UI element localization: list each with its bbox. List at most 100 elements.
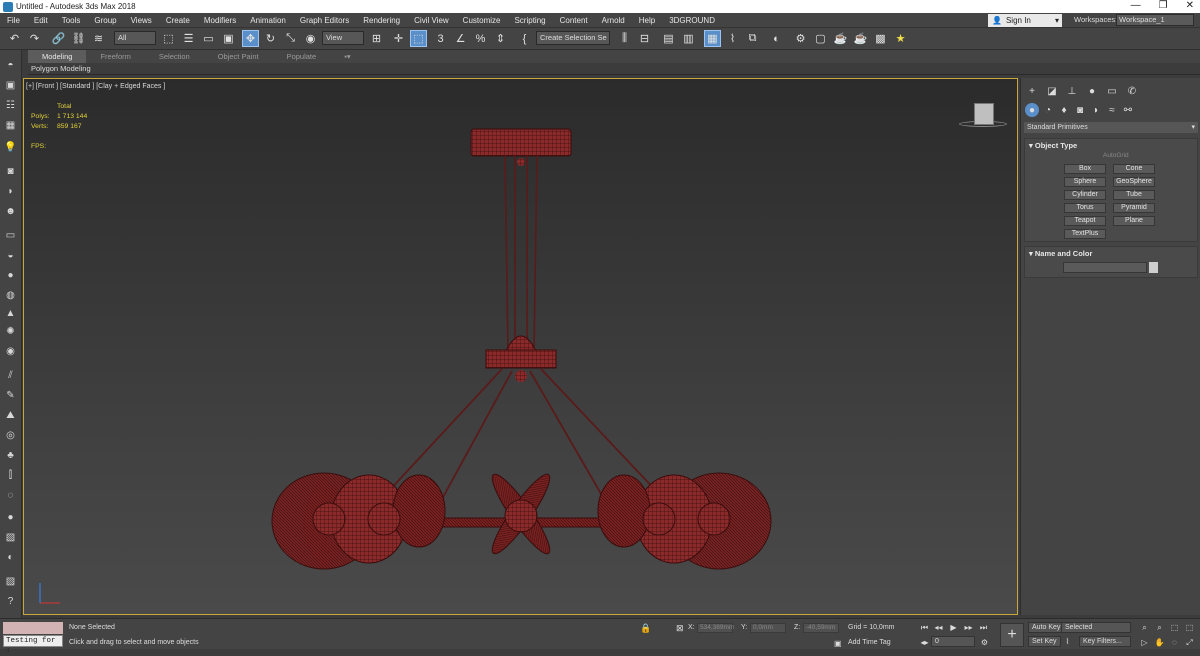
cone-button[interactable]: Cone [1113, 164, 1155, 174]
auto-key-button[interactable]: Auto Key [1028, 622, 1065, 633]
bind-space-warp-icon[interactable]: ≋ [90, 30, 107, 47]
shapes-icon[interactable]: ◔ [1041, 103, 1055, 117]
named-selection-set-select[interactable]: Create Selection Se [536, 31, 610, 45]
geosphere-button[interactable]: GeoSphere [1113, 177, 1155, 187]
grid-icon[interactable]: ▦ [3, 118, 18, 132]
go-to-start-icon[interactable]: ⏮ [918, 621, 931, 634]
set-keys-icon[interactable]: + [1000, 623, 1024, 647]
zoom-extents-all-icon[interactable]: ⬚ [1183, 621, 1196, 634]
reference-coordinate-select[interactable]: View [322, 31, 364, 45]
previous-frame-icon[interactable]: ◂◂ [932, 621, 945, 634]
time-config-icon[interactable]: ⚙ [978, 636, 991, 649]
x-coordinate-field[interactable]: 534,389mm [697, 623, 734, 633]
hierarchy-tab-icon[interactable]: ⊥ [1065, 84, 1079, 98]
menu-views[interactable]: Views [124, 13, 159, 28]
sign-in-button[interactable]: 👤 Sign In ▾ [988, 14, 1062, 27]
modify-tab-icon[interactable]: ◪ [1045, 84, 1059, 98]
textplus-button[interactable]: TextPlus [1064, 229, 1106, 239]
scene-explorer-icon[interactable]: ▤ [660, 30, 677, 47]
zoom-extents-icon[interactable]: ⬚ [1168, 621, 1181, 634]
display-icon[interactable]: ▣ [3, 78, 18, 92]
menu-scripting[interactable]: Scripting [507, 13, 552, 28]
maxscript-mini-listener[interactable]: Testing for : [3, 635, 63, 655]
sun-icon[interactable]: ✺ [3, 324, 18, 338]
systems-icon[interactable]: ⚯ [1121, 103, 1135, 117]
maxscript-listener-output[interactable] [3, 622, 63, 634]
object-name-input[interactable] [1063, 262, 1147, 273]
select-scale-icon[interactable]: ⤡ [282, 30, 299, 47]
lights-icon[interactable]: ♦ [1057, 103, 1071, 117]
teapot-button[interactable]: Teapot [1064, 216, 1106, 226]
cylinder-button[interactable]: Cylinder [1064, 190, 1106, 200]
rect-selection-icon[interactable]: ▭ [200, 30, 217, 47]
spacewarps-icon[interactable]: ≈ [1105, 103, 1119, 117]
motion-tab-icon[interactable]: ● [1085, 84, 1099, 98]
pan-icon[interactable]: ✋ [1153, 636, 1166, 649]
select-by-name-icon[interactable]: ☰ [180, 30, 197, 47]
geometry-icon[interactable]: ● [1025, 103, 1039, 117]
select-place-icon[interactable]: ◉ [302, 30, 319, 47]
selection-filter-select[interactable]: All [114, 31, 156, 45]
menu-graph-editors[interactable]: Graph Editors [293, 13, 356, 28]
tab-modeling[interactable]: Modeling [28, 50, 87, 63]
tab-populate[interactable]: Populate [273, 50, 331, 63]
tab-freeform[interactable]: Freeform [86, 50, 144, 63]
absolute-mode-icon[interactable]: ⊠ [676, 623, 684, 634]
object-color-swatch[interactable] [1149, 262, 1158, 273]
autogrid-checkbox[interactable]: AutoGrid [1103, 152, 1129, 159]
curve-editor-icon[interactable]: ⌇ [724, 30, 741, 47]
torus-button[interactable]: Torus [1064, 203, 1106, 213]
brush-icon[interactable]: ⫽ [3, 368, 18, 382]
menu-content[interactable]: Content [553, 13, 595, 28]
menu-create[interactable]: Create [159, 13, 197, 28]
go-to-end-icon[interactable]: ⏭ [977, 621, 990, 634]
default-in-out-tangents-icon[interactable]: ⌇ [1061, 635, 1074, 648]
plant-icon[interactable]: ♣ [3, 448, 18, 462]
layer-explorer-icon[interactable]: ▥ [680, 30, 697, 47]
helpers-icon[interactable]: ◗ [1089, 103, 1103, 117]
unlink-icon[interactable]: ⛓ [70, 30, 87, 47]
menu-animation[interactable]: Animation [243, 13, 293, 28]
render-setup-icon[interactable]: ⚙ [792, 30, 809, 47]
utilities-tab-icon[interactable]: ✆ [1125, 84, 1139, 98]
help-circle-icon[interactable]: ? [3, 594, 18, 608]
redo-icon[interactable]: ↷ [26, 30, 43, 47]
window-crossing-icon[interactable]: ▣ [220, 30, 237, 47]
orbit-icon[interactable]: ◌ [1168, 636, 1181, 649]
snaps-toggle-icon[interactable]: 3 [432, 30, 449, 47]
time-tag-icon[interactable]: ▣ [834, 639, 842, 648]
menu-modifiers[interactable]: Modifiers [197, 13, 243, 28]
object-type-title[interactable]: ▾ Object Type [1025, 139, 1197, 152]
lock-selection-icon[interactable]: 🔒 [640, 623, 651, 634]
select-move-icon[interactable]: ✥ [242, 30, 259, 47]
box-button[interactable]: Box [1064, 164, 1106, 174]
box-icon[interactable]: ▭ [3, 228, 18, 242]
mirror-icon[interactable]: ⫼ [616, 30, 633, 47]
pyramid-button[interactable]: Pyramid [1113, 203, 1155, 213]
cylinder-icon[interactable]: ◍ [3, 288, 18, 302]
undo-icon[interactable]: ↶ [6, 30, 23, 47]
create-icon[interactable]: ◓ [3, 58, 18, 72]
menu-help[interactable]: Help [632, 13, 662, 28]
menu-group[interactable]: Group [87, 13, 123, 28]
paint-icon[interactable]: ✎ [3, 388, 18, 402]
menu-rendering[interactable]: Rendering [356, 13, 407, 28]
tube-button[interactable]: Tube [1113, 190, 1155, 200]
align-icon[interactable]: ⊟ [636, 30, 653, 47]
material-sphere-icon[interactable]: ● [3, 510, 18, 524]
plugin-star-icon[interactable]: ★ [892, 30, 909, 47]
keyboard-shortcut-override-icon[interactable]: ⬚ [410, 30, 427, 47]
current-frame-field[interactable]: 0 [931, 636, 975, 647]
sphere-button[interactable]: Sphere [1064, 177, 1106, 187]
create-tab-icon[interactable]: + [1025, 84, 1039, 98]
sphere-icon[interactable]: ● [3, 268, 18, 282]
set-key-button[interactable]: Set Key [1028, 636, 1061, 647]
terrain-icon[interactable]: ⛰ [3, 408, 18, 422]
next-frame-icon[interactable]: ▸▸ [962, 621, 975, 634]
workspace-select[interactable]: Workspace_1 [1116, 14, 1194, 26]
material-editor-icon[interactable]: ◐ [768, 30, 785, 47]
display-tab-icon[interactable]: ▭ [1105, 84, 1119, 98]
key-mode-icon[interactable]: ◂▸ [918, 636, 931, 649]
half-sphere-icon[interactable]: ◐ [3, 550, 18, 564]
menu-3dground[interactable]: 3DGROUND [662, 13, 722, 28]
